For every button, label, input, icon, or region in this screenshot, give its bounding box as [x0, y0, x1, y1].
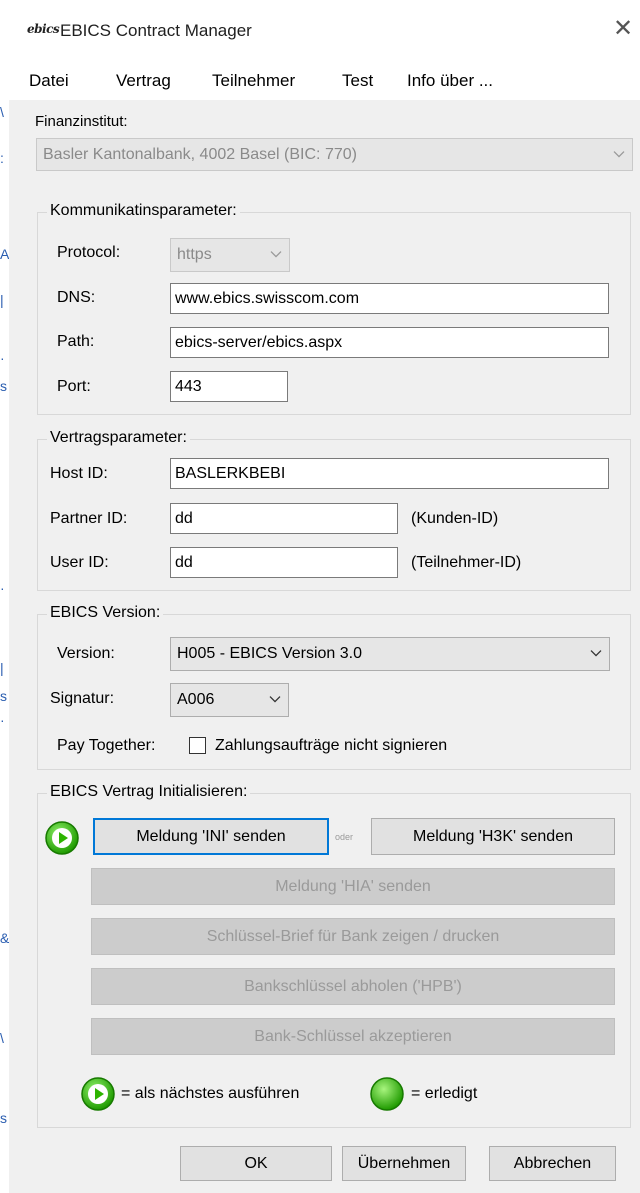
fetch-bank-keys-button-label: Bankschlüssel abholen ('HPB') — [244, 977, 462, 995]
app-logo-icon: ebics — [27, 22, 60, 36]
window-title: EBICS Contract Manager — [60, 21, 252, 40]
path-input[interactable]: ebics-server/ebics.aspx — [170, 327, 609, 358]
user-id-hint: (Teilnehmer-ID) — [411, 554, 522, 571]
finanzinstitut-label: Finanzinstitut: — [35, 113, 128, 130]
background-glyph: s — [0, 378, 7, 394]
finanzinstitut-value: Basler Kantonalbank, 4002 Basel (BIC: 77… — [43, 145, 357, 163]
legend-play-icon — [81, 1077, 115, 1111]
user-id-value: dd — [175, 553, 193, 571]
ok-button[interactable]: OK — [180, 1146, 332, 1181]
path-label: Path: — [57, 333, 95, 350]
pay-together-checkbox-label[interactable]: Zahlungsaufträge nicht signieren — [215, 737, 447, 755]
background-glyph: A — [0, 246, 9, 262]
background-glyph: | — [0, 292, 4, 308]
signatur-value: A006 — [177, 691, 215, 708]
title-bar[interactable]: ebics EBICS Contract Manager ✕ — [9, 0, 640, 63]
cancel-button[interactable]: Abbrechen — [489, 1146, 616, 1181]
version-select[interactable]: H005 - EBICS Version 3.0 — [170, 637, 610, 671]
communication-group-title: Kommunikatinsparameter: — [47, 202, 240, 220]
host-id-input[interactable]: BASLERKBEBI — [170, 458, 609, 489]
protocol-select[interactable]: https — [170, 238, 290, 272]
pay-together-checkbox[interactable] — [189, 737, 206, 754]
cancel-button-label: Abbrechen — [513, 1154, 592, 1172]
send-ini-button-label: Meldung 'INI' senden — [136, 827, 286, 845]
legend-next-label: = als nächstes ausführen — [121, 1085, 300, 1102]
menu-bar: Datei Vertrag Teilnehmer Test Info über … — [9, 63, 640, 100]
send-h3k-button[interactable]: Meldung 'H3K' senden — [371, 818, 615, 855]
background-glyph: | — [0, 660, 4, 676]
menu-test[interactable]: Test — [342, 71, 373, 91]
background-glyph: · — [0, 712, 5, 728]
close-icon[interactable]: ✕ — [610, 14, 636, 44]
background-glyph: : — [0, 150, 4, 166]
chevron-down-icon — [269, 696, 281, 703]
port-value: 443 — [175, 377, 202, 395]
port-label: Port: — [57, 378, 91, 395]
background-glyph: · — [0, 580, 5, 596]
version-value: H005 - EBICS Version 3.0 — [177, 645, 362, 662]
signatur-select[interactable]: A006 — [170, 683, 289, 717]
send-hia-button[interactable]: Meldung 'HIA' senden — [91, 868, 615, 905]
init-group-title: EBICS Vertrag Initialisieren: — [47, 783, 251, 801]
next-step-play-icon — [45, 821, 79, 855]
key-letter-button-label: Schlüssel-Brief für Bank zeigen / drucke… — [206, 927, 500, 945]
port-input[interactable]: 443 — [170, 371, 288, 402]
ebics-version-group-title: EBICS Version: — [47, 604, 164, 622]
partner-id-value: dd — [175, 509, 193, 527]
background-glyph: s — [0, 688, 7, 704]
background-glyph: & — [0, 930, 9, 946]
background-glyph: \ — [0, 1030, 4, 1046]
partner-id-input[interactable]: dd — [170, 503, 398, 534]
background-glyph: s — [0, 1110, 7, 1126]
host-id-value: BASLERKBEBI — [175, 464, 286, 482]
path-value: ebics-server/ebics.aspx — [175, 333, 343, 351]
dns-value: www.ebics.swisscom.com — [175, 289, 360, 307]
chevron-down-icon — [613, 150, 625, 158]
send-ini-button[interactable]: Meldung 'INI' senden — [93, 818, 329, 855]
done-status-icon — [370, 1077, 404, 1111]
accept-bank-keys-button-label: Bank-Schlüssel akzeptieren — [254, 1027, 452, 1045]
accept-bank-keys-button[interactable]: Bank-Schlüssel akzeptieren — [91, 1018, 615, 1055]
contract-manager-window: ebics EBICS Contract Manager ✕ Datei Ver… — [9, 0, 640, 1193]
send-hia-button-label: Meldung 'HIA' senden — [275, 877, 431, 895]
signatur-label: Signatur: — [50, 690, 115, 707]
send-h3k-button-label: Meldung 'H3K' senden — [413, 827, 573, 845]
background-glyph: \ — [0, 104, 4, 120]
user-id-input[interactable]: dd — [170, 547, 398, 578]
legend-done-label: = erledigt — [411, 1085, 478, 1102]
ok-button-label: OK — [244, 1154, 268, 1172]
dns-label: DNS: — [57, 289, 96, 306]
oder-label: oder — [335, 832, 354, 842]
chevron-down-icon — [270, 251, 282, 258]
apply-button-label: Übernehmen — [357, 1154, 451, 1172]
partner-id-hint: (Kunden-ID) — [411, 510, 499, 527]
finanzinstitut-select[interactable]: Basler Kantonalbank, 4002 Basel (BIC: 77… — [36, 138, 633, 171]
host-id-label: Host ID: — [50, 465, 108, 482]
partner-id-label: Partner ID: — [50, 510, 128, 527]
menu-teilnehmer[interactable]: Teilnehmer — [212, 71, 295, 91]
pay-together-label: Pay Together: — [57, 737, 156, 754]
menu-datei[interactable]: Datei — [29, 71, 69, 91]
user-id-label: User ID: — [50, 554, 109, 571]
dns-input[interactable]: www.ebics.swisscom.com — [170, 283, 609, 314]
version-label: Version: — [57, 645, 115, 662]
protocol-label: Protocol: — [57, 244, 121, 261]
chevron-down-icon — [590, 650, 602, 657]
fetch-bank-keys-button[interactable]: Bankschlüssel abholen ('HPB') — [91, 968, 615, 1005]
background-glyph: · — [0, 350, 5, 366]
menu-info[interactable]: Info über ... — [407, 71, 493, 91]
apply-button[interactable]: Übernehmen — [342, 1146, 466, 1181]
key-letter-button[interactable]: Schlüssel-Brief für Bank zeigen / drucke… — [91, 918, 615, 955]
protocol-value: https — [177, 246, 212, 263]
menu-vertrag[interactable]: Vertrag — [116, 71, 171, 91]
contract-params-group-title: Vertragsparameter: — [47, 429, 190, 447]
